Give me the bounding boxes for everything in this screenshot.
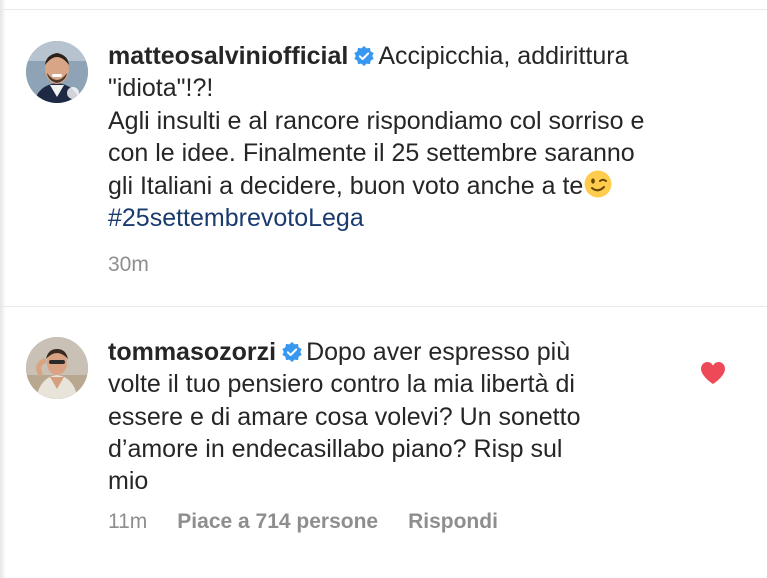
comment-line-with-emoji: gli Italiani a decidere, buon voto anche… xyxy=(108,169,688,202)
hashtag-link[interactable]: #25settembrevotoLega xyxy=(108,202,688,234)
comment-meta: 30m xyxy=(108,253,149,277)
likes-count-link[interactable]: Piace a 714 persone xyxy=(177,510,378,534)
comment-meta: 11m Piace a 714 persone Rispondi xyxy=(108,510,498,534)
winking-face-emoji xyxy=(584,170,612,198)
comment-line: "idiota"!?! xyxy=(108,74,214,103)
timestamp: 11m xyxy=(108,510,148,533)
verified-badge-icon xyxy=(354,46,375,66)
comment-line: d’amore in endecasillabo piano? Risp sul xyxy=(108,434,563,463)
avatar[interactable] xyxy=(26,41,88,103)
top-divider xyxy=(0,9,767,10)
comment-line: mio xyxy=(108,467,149,496)
timestamp: 30m xyxy=(108,253,149,276)
reply-button[interactable]: Rispondi xyxy=(408,510,498,534)
comment-opening: Dopo aver espresso più xyxy=(306,338,571,366)
comment-line: essere e di amare cosa volevi? Un sonett… xyxy=(108,402,581,431)
verified-badge-icon xyxy=(282,342,302,362)
comment-line: volte il tuo pensiero contro la mia libe… xyxy=(108,370,575,399)
comment-line: Agli insulti e al rancore rispondiamo co… xyxy=(108,106,645,135)
first-line: matteosalviniofficial Accipicchia, addiri… xyxy=(108,40,688,72)
username[interactable]: tommasozorzi xyxy=(108,338,276,366)
avatar[interactable] xyxy=(26,337,88,399)
first-line: tommasozorzi Dopo aver espresso più xyxy=(108,336,688,368)
comment-line: gli Italiani a decidere, buon voto anche… xyxy=(108,172,584,201)
comment-divider xyxy=(0,306,767,307)
heart-icon[interactable] xyxy=(700,361,726,385)
comment-opening: Accipicchia, addirittura xyxy=(378,42,629,70)
username[interactable]: matteosalviniofficial xyxy=(108,42,348,70)
comment-text: tommasozorzi Dopo aver espresso più volte… xyxy=(108,336,688,497)
comment-line: con le idee. Finalmente il 25 settembre … xyxy=(108,138,635,167)
frame-edge xyxy=(0,0,6,578)
comment-text: matteosalviniofficial Accipicchia, addiri… xyxy=(108,40,688,235)
